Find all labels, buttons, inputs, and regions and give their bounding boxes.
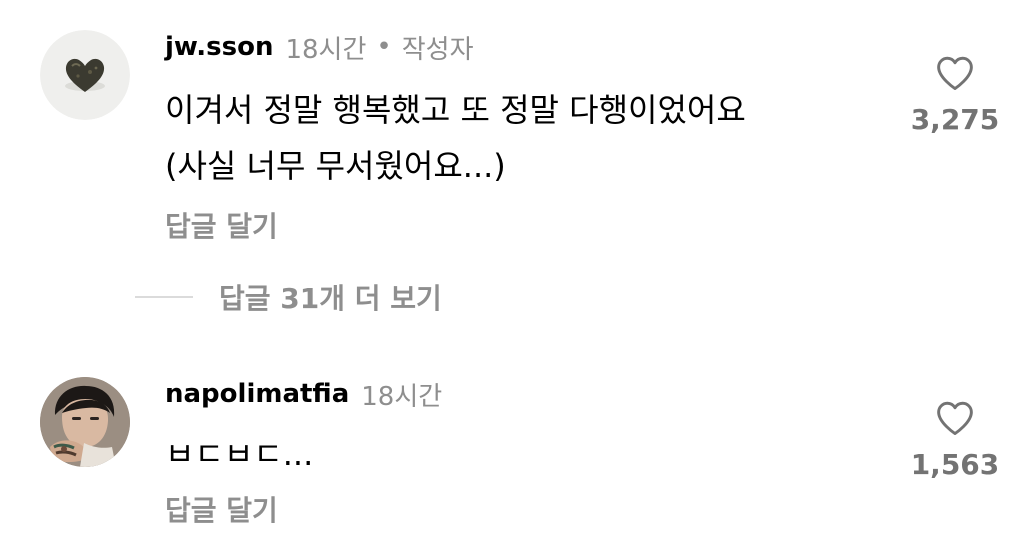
comment-text-line: (사실 너무 무서웠어요...) [165,147,506,185]
view-more-replies-label[interactable]: 답글 31개 더 보기 [219,277,442,317]
comment-meta: napolimatfia 18시간 [165,374,442,414]
comment-meta: jw.sson 18시간 • 작성자 [165,27,474,67]
heart-outline-icon[interactable] [935,400,975,436]
reply-button[interactable]: 답글 달기 [165,489,278,529]
like-count: 3,275 [910,103,1000,136]
username[interactable]: napolimatfia [165,379,349,409]
comment-text: 이겨서 정말 행복했고 또 정말 다행이었어요 (사실 너무 무서웠어요...) [165,82,746,194]
like-button[interactable]: 1,563 [900,400,1010,481]
timestamp: 18시간 [361,381,443,412]
author-badge: 작성자 [401,34,474,65]
heart-stone-avatar-icon [40,30,130,120]
like-count: 1,563 [910,448,1000,481]
comment-text: ㅂㄷㅂㄷ... [165,426,313,482]
username[interactable]: jw.sson [165,32,273,62]
view-more-replies[interactable]: 답글 31개 더 보기 [135,277,442,317]
person-avatar-icon [40,377,130,467]
comment-text-line: ㅂㄷㅂㄷ... [165,435,314,473]
replies-divider [135,296,193,298]
separator-dot: • [376,32,392,62]
like-button[interactable]: 3,275 [900,55,1010,136]
reply-button[interactable]: 답글 달기 [165,205,278,245]
timestamp: 18시간 [285,34,367,65]
avatar[interactable] [40,377,130,467]
avatar[interactable] [40,30,130,120]
heart-outline-icon[interactable] [935,55,975,91]
comment-text-line: 이겨서 정말 행복했고 또 정말 다행이었어요 [165,91,746,129]
